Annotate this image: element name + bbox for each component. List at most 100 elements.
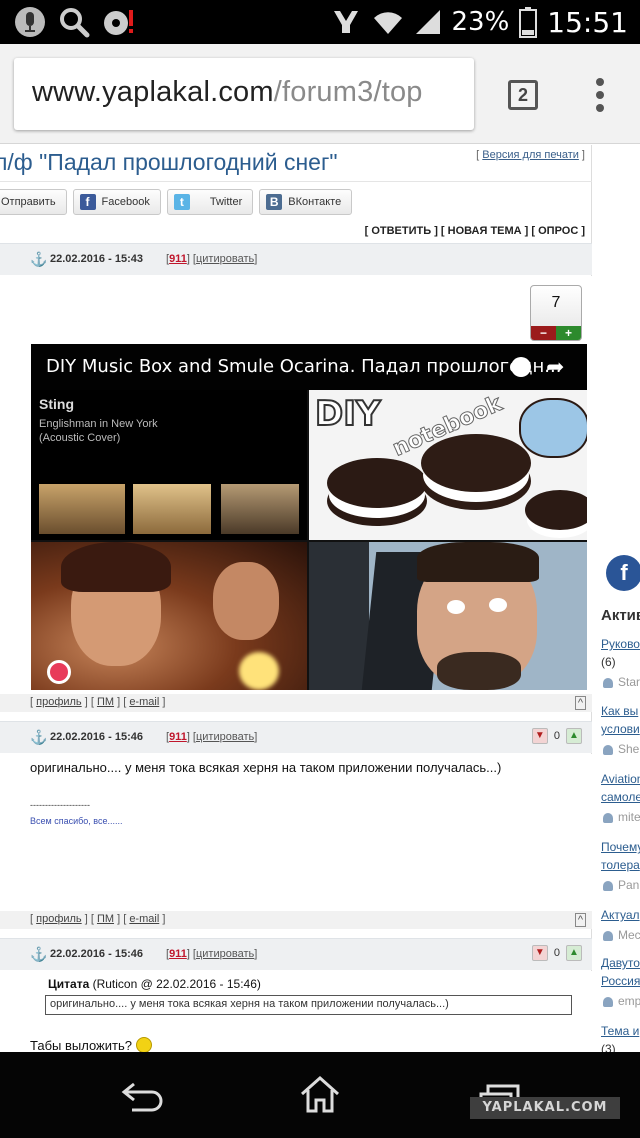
sidebar-topic-count: (6) [601,655,616,669]
thumb-up-icon[interactable]: ▲ [566,945,582,961]
post-rating: ▼ 0 ▲ [531,945,582,961]
sidebar-topic-user[interactable]: Pan [603,878,639,892]
sidebar-topic-link[interactable]: Тема и [601,1024,639,1038]
sidebar-topic-user[interactable]: Mec [603,928,640,942]
profile-link[interactable]: профиль [36,913,82,925]
thumb-down-icon[interactable]: ▼ [531,945,548,961]
twitter-icon: t [173,194,190,210]
user-icon [603,996,613,1007]
vk-icon: B [266,194,283,210]
print-version-link[interactable]: Версия для печати [482,149,579,161]
sidebar-topic-count: (3) [601,1042,616,1052]
share-twitter-button[interactable]: t Twitter [166,189,254,215]
sidebar-topic-link[interactable]: Актуал [601,908,640,922]
post-meta: [911] [цитировать] [166,253,258,265]
post-number-link[interactable]: 911 [169,253,187,265]
post-rating-count: 7 [551,294,561,311]
email-link[interactable]: e-mail [129,913,159,925]
video-thumb-sting: Sting Englishman in New York (Acoustic C… [31,390,307,540]
tab-switcher-button[interactable]: 2 [508,80,538,110]
post-date: 22.02.2016 - 15:46 [50,731,143,743]
anchor-icon[interactable]: ⚓ [30,946,47,963]
post-number-link[interactable]: 911 [169,731,187,743]
post-text: оригинально.... у меня тока всякая херня… [30,760,502,775]
sim-icon [333,11,358,33]
quote-link[interactable]: цитировать [196,731,254,743]
new-topic-button[interactable]: НОВАЯ ТЕМА [448,225,522,237]
sidebar-topic-link[interactable]: услови [601,722,640,736]
quote-box: оригинально.... у меня тока всякая херня… [45,995,572,1015]
url-text: www.yaplakal.com/forum3/top [32,76,423,109]
video-share-icon[interactable]: ➦ [546,355,564,380]
poll-button[interactable]: ОПРОС [538,225,578,237]
sidebar-topic-user[interactable]: emp [603,994,640,1008]
youtube-embed[interactable]: Sting Englishman in New York (Acoustic C… [31,344,587,690]
sidebar-topic-link[interactable]: Руково [601,637,640,651]
facebook-icon: f [79,194,96,210]
reply-button[interactable]: ОТВЕТИТЬ [371,225,431,237]
share-facebook-label: Facebook [101,196,150,208]
android-navigation-bar [0,1052,640,1138]
post-meta: [911] [цитировать] [166,731,258,743]
disc-alert-icon [104,10,133,35]
sidebar-topic-link[interactable]: Россия [601,974,640,988]
search-icon [60,8,90,38]
back-icon[interactable] [120,1080,164,1114]
share-send-button[interactable]: Отправить [0,189,67,215]
sidebar-topic-user[interactable]: She [603,742,639,756]
anchor-icon[interactable]: ⚓ [30,251,47,268]
sidebar-topic-link[interactable]: Как вы [601,704,638,718]
sidebar-topic-user[interactable]: Star [603,675,640,689]
video-sting-title: Sting [39,396,74,412]
pm-link[interactable]: ПМ [97,696,114,708]
watch-later-icon[interactable] [511,357,531,377]
sidebar-topic-link[interactable]: Aviation [601,772,640,786]
home-icon[interactable] [298,1074,342,1114]
share-facebook-button[interactable]: f Facebook [72,189,161,215]
browser-menu-icon[interactable] [590,78,610,114]
address-bar[interactable]: www.yaplakal.com/forum3/top [14,58,474,130]
video-sting-sub1: Englishman in New York [39,418,158,430]
video-thumb-diy: DIY notebook [309,390,587,540]
sidebar-topic-link[interactable]: толера [601,858,640,872]
post-meta: [911] [цитировать] [166,948,258,960]
sidebar-topic-link[interactable]: Давуто [601,956,640,970]
post-text-row: Табы выложить? [30,1037,152,1052]
thumb-up-icon[interactable]: ▲ [566,728,582,744]
sidebar-topic-link[interactable]: самоле [601,790,640,804]
smiley-icon [135,1037,152,1052]
share-vk-button[interactable]: B ВКонтакте [259,189,353,215]
vote-minus-button[interactable]: − [531,326,556,340]
quote-link[interactable]: цитировать [196,948,254,960]
post-footer: [ профиль ] [ ПМ ] [ e-mail ] ^ [0,911,592,929]
sidebar-active-topics: f Актив Руково (6) Star Как вы услови Sh… [593,145,640,1052]
post-body: Цитата (Ruticon @ 22.02.2016 - 15:46) ор… [0,971,592,1052]
email-link[interactable]: e-mail [129,696,159,708]
post-date: 22.02.2016 - 15:43 [50,253,143,265]
facebook-icon[interactable]: f [606,555,640,591]
sidebar-topic-user[interactable]: mite [603,810,640,824]
thumb-down-icon[interactable]: ▼ [531,728,548,744]
scroll-top-button[interactable]: ^ [574,913,586,927]
web-page: л/ф "Падал прошлогодний снег" [ Версия д… [0,145,640,1052]
vote-plus-button[interactable]: + [556,326,581,340]
video-thumb-women [31,542,307,690]
sidebar-topic-link[interactable]: Почему [601,840,640,854]
post-body: оригинально.... у меня тока всякая херня… [0,754,592,911]
user-icon [603,880,613,891]
post-header: ⚓ 22.02.2016 - 15:46 [911] [цитировать] … [0,721,592,753]
user-icon [603,812,613,823]
quote-link[interactable]: цитировать [196,253,254,265]
scroll-top-button[interactable]: ^ [574,696,586,710]
user-icon [603,744,613,755]
status-bar: 23% 15:51 [0,0,640,44]
profile-link[interactable]: профиль [36,696,82,708]
anchor-icon[interactable]: ⚓ [30,729,47,746]
user-icon [603,677,613,688]
phone-screen: 23% 15:51 www.yaplakal.com/forum3/top 2 … [0,0,640,1138]
post-header: ⚓ 22.02.2016 - 15:43 [911] [цитировать] [0,243,592,275]
pm-link[interactable]: ПМ [97,913,114,925]
quote-header: Цитата (Ruticon @ 22.02.2016 - 15:46) [48,977,261,991]
post-number-link[interactable]: 911 [169,948,187,960]
video-diy-text: DIY [314,393,381,435]
